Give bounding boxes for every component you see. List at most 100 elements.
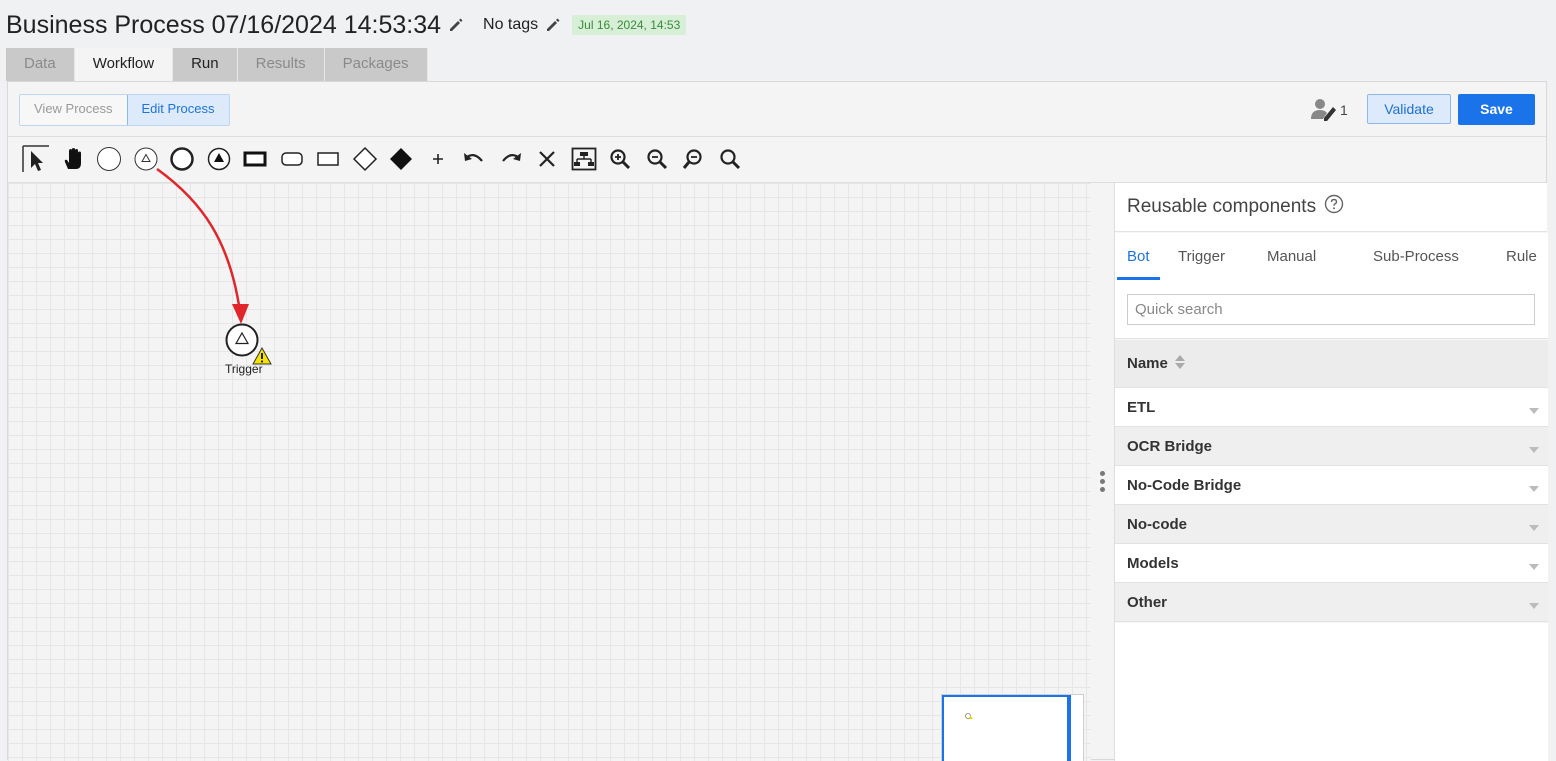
auto-layout-tool[interactable] (566, 143, 603, 175)
task-tool[interactable] (237, 143, 274, 175)
workflow-panel: View Process Edit Process 1 Validate Sav… (7, 81, 1548, 761)
gateway-icon (352, 146, 378, 172)
zoom-out-icon (646, 148, 668, 170)
node-label: Trigger (225, 362, 263, 376)
column-header-label: Name (1127, 355, 1168, 372)
divider (8, 136, 1546, 137)
undo-tool[interactable] (456, 143, 493, 175)
main-tabs: Data Workflow Run Results Packages (6, 48, 428, 81)
name-column-header[interactable]: Name (1115, 340, 1548, 388)
end-event-icon (169, 146, 195, 172)
filled-gateway-icon (388, 146, 414, 172)
chevron-down-icon[interactable] (1529, 557, 1539, 574)
panel-header: Reusable components (1115, 183, 1547, 232)
diagram-canvas[interactable]: Trigger (8, 183, 1091, 761)
view-process-button[interactable]: View Process (20, 95, 127, 125)
rounded-task-icon (280, 150, 304, 168)
tab-data[interactable]: Data (6, 48, 75, 81)
task-icon (243, 150, 267, 168)
chevron-down-icon[interactable] (1529, 401, 1539, 418)
tab-sub-process[interactable]: Sub-Process (1373, 233, 1459, 280)
components-list: ETL OCR Bridge No-Code Bridge No-code Mo… (1115, 388, 1548, 622)
zoom-in-tool[interactable] (602, 143, 639, 175)
end-event-filled-tool[interactable] (201, 143, 238, 175)
diagram-toolbar (18, 143, 748, 175)
editors-count: 1 (1340, 102, 1348, 118)
edit-process-button[interactable]: Edit Process (126, 95, 229, 125)
list-item[interactable]: Models (1115, 544, 1548, 583)
end-event-tool[interactable] (164, 143, 201, 175)
tab-bot[interactable]: Bot (1117, 233, 1159, 280)
zoom-fit-tool[interactable] (712, 143, 749, 175)
pointer-tool[interactable] (18, 143, 55, 175)
delete-tool[interactable] (529, 143, 566, 175)
trigger-event-tool[interactable] (128, 143, 165, 175)
help-icon[interactable] (1324, 194, 1344, 220)
sort-icon[interactable] (1174, 353, 1186, 375)
minimap-node-icon (964, 707, 974, 725)
list-item-label: Other (1127, 593, 1168, 611)
list-item[interactable]: ETL (1115, 388, 1548, 427)
rounded-task-tool[interactable] (274, 143, 311, 175)
start-event-tool[interactable] (91, 143, 128, 175)
hand-tool[interactable] (55, 143, 92, 175)
list-item-label: ETL (1127, 398, 1156, 416)
undo-icon (462, 149, 486, 169)
tab-manual[interactable]: Manual (1267, 233, 1316, 280)
panel-title: Reusable components (1127, 196, 1317, 217)
pointer-icon (22, 145, 50, 173)
header: Business Process 07/16/2024 14:53:34 No … (6, 8, 687, 42)
reusable-components-panel: Reusable components Bot Trigger Manual S… (1114, 183, 1548, 761)
list-item[interactable]: No-Code Bridge (1115, 466, 1548, 505)
gateway-tool[interactable] (347, 143, 384, 175)
chevron-down-icon[interactable] (1529, 518, 1539, 535)
minimap-viewport[interactable] (942, 695, 1069, 761)
date-badge: Jul 16, 2024, 14:53 (572, 15, 687, 35)
chevron-down-icon[interactable] (1529, 479, 1539, 496)
edit-title-icon[interactable] (447, 16, 465, 34)
page-title: Business Process 07/16/2024 14:53:34 (6, 10, 442, 39)
list-item-label: No-code (1127, 515, 1187, 533)
hand-icon (61, 147, 85, 171)
chevron-down-icon[interactable] (1529, 596, 1539, 613)
end-event-filled-icon (206, 146, 232, 172)
list-item-label: OCR Bridge (1127, 437, 1213, 455)
quick-search-input[interactable] (1127, 294, 1535, 325)
list-item[interactable]: OCR Bridge (1115, 427, 1548, 466)
user-edit-icon (1310, 97, 1338, 124)
tab-run[interactable]: Run (173, 48, 238, 81)
save-button[interactable]: Save (1458, 94, 1535, 125)
validate-button[interactable]: Validate (1367, 94, 1451, 124)
tab-trigger[interactable]: Trigger (1178, 233, 1225, 280)
list-item[interactable]: No-code (1115, 505, 1548, 544)
splitter-dot (1100, 471, 1105, 476)
zoom-out-tool[interactable] (639, 143, 676, 175)
zoom-fit-icon (719, 148, 741, 170)
redo-icon (499, 149, 523, 169)
tab-workflow[interactable]: Workflow (74, 48, 174, 81)
auto-layout-icon (571, 147, 597, 171)
mode-toggle: View Process Edit Process (19, 94, 230, 126)
minimap-scrollbar[interactable] (1067, 695, 1071, 761)
add-tool[interactable] (420, 143, 457, 175)
splitter-dot (1100, 479, 1105, 484)
subprocess-tool[interactable] (310, 143, 347, 175)
tab-rule[interactable]: Rule (1506, 233, 1537, 280)
list-item[interactable]: Other (1115, 583, 1548, 622)
add-icon (430, 151, 446, 167)
subprocess-icon (316, 150, 340, 168)
redo-tool[interactable] (493, 143, 530, 175)
zoom-in-icon (609, 148, 631, 170)
panel-splitter[interactable] (1100, 471, 1106, 497)
filled-gateway-tool[interactable] (383, 143, 420, 175)
trigger-event-icon (133, 146, 159, 172)
active-editors[interactable]: 1 (1310, 98, 1348, 122)
tab-packages[interactable]: Packages (324, 48, 428, 81)
chevron-down-icon[interactable] (1529, 440, 1539, 457)
splitter-dot (1100, 487, 1105, 492)
minimap[interactable] (941, 694, 1084, 761)
edit-tags-icon[interactable] (544, 16, 562, 34)
zoom-reset-tool[interactable] (675, 143, 712, 175)
tab-results[interactable]: Results (237, 48, 325, 81)
list-item-label: Models (1127, 554, 1179, 572)
